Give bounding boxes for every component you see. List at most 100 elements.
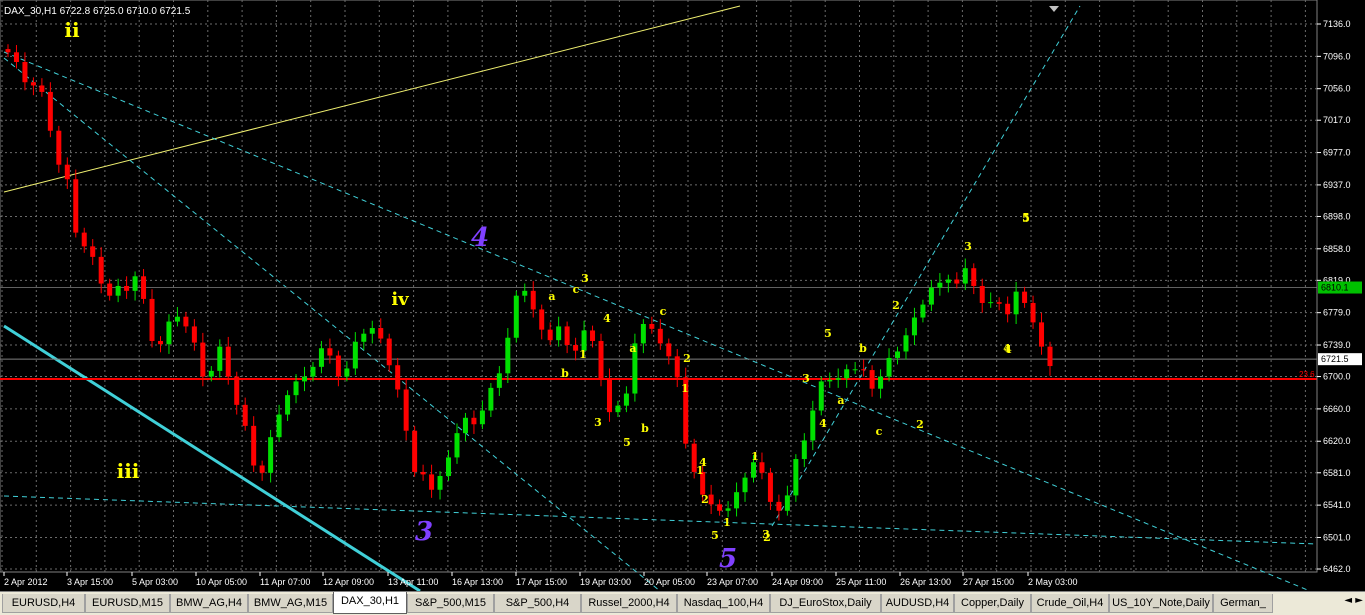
wave-label: 4 xyxy=(699,456,707,469)
wave-label: ii xyxy=(64,18,80,42)
candle-body xyxy=(412,430,418,472)
candle-body xyxy=(496,373,502,388)
time-tick-label: 23 Apr 07:00 xyxy=(707,577,758,587)
trendline-cyan-steep xyxy=(3,57,661,591)
candle-body xyxy=(911,317,917,336)
candle-body xyxy=(276,414,282,438)
candle-body xyxy=(107,283,113,296)
candle-body xyxy=(530,290,536,310)
candle-body xyxy=(386,338,392,366)
candle-body xyxy=(318,348,324,367)
tab-russel-2000-h4[interactable]: Russel_2000,H4 xyxy=(581,594,677,613)
candle-body xyxy=(191,326,197,343)
candle-body xyxy=(615,405,621,413)
price-chart[interactable]: 23.6 iiiiiiv345abc1 234512345abc123451234… xyxy=(0,0,1365,591)
candle-body xyxy=(801,440,807,460)
candle-body xyxy=(945,279,951,283)
time-tick-label: 20 Apr 05:00 xyxy=(644,577,695,587)
candle-body xyxy=(141,276,147,299)
candle-body xyxy=(234,376,240,405)
candle-body xyxy=(725,508,731,511)
candle-body xyxy=(1013,291,1019,315)
candle-body xyxy=(903,335,909,352)
candle-body xyxy=(217,346,223,371)
candle-body xyxy=(717,504,723,511)
price-tick-label: 6898.0 xyxy=(1323,211,1351,221)
tab-s-p-500-m15[interactable]: S&P_500,M15 xyxy=(407,594,494,613)
price-axis: 7136.0 7096.0 7056.0 7017.0 6977.0 6937.0 6898… xyxy=(1316,0,1362,574)
price-tick-label: 6858.0 xyxy=(1323,244,1351,254)
candle-body xyxy=(310,366,316,377)
level-price-label: 6810.1 xyxy=(1321,283,1349,293)
candle-body xyxy=(369,328,375,334)
time-axis: 2 Apr 2012 3 Apr 15:00 5 Apr 03:00 10 Apr 0… xyxy=(3,572,1078,587)
candle-body xyxy=(124,285,130,291)
tab-crude-oil-h4[interactable]: Crude_Oil,H4 xyxy=(1031,594,1109,613)
tab-bmw-ag-h4[interactable]: BMW_AG,H4 xyxy=(170,594,248,613)
chart-scroll-marker-icon[interactable] xyxy=(1049,6,1059,12)
candle-body xyxy=(30,82,36,86)
wave-label: 4 xyxy=(603,312,611,325)
candle-body xyxy=(5,49,11,53)
tab-eurusd-h4[interactable]: EURUSD,H4 xyxy=(2,594,85,613)
trendline-cyan-lower xyxy=(3,495,1318,545)
candle-body xyxy=(539,309,545,330)
tab-s-p-500-h4[interactable]: S&P_500,H4 xyxy=(494,594,581,613)
wave-label: 3 xyxy=(802,372,810,385)
candle-body xyxy=(90,246,96,257)
candle-body xyxy=(776,501,782,511)
price-tick-label: 7056.0 xyxy=(1323,84,1351,94)
wave-label: 5 xyxy=(824,327,832,340)
trend-lines xyxy=(3,5,1318,591)
tab-scroll-left-icon[interactable]: ◄ xyxy=(1344,595,1352,606)
candle-body xyxy=(734,492,740,509)
time-tick-label: 2 May 03:00 xyxy=(1028,577,1078,587)
candle-body xyxy=(200,342,206,377)
tab-nasdaq-100-h4[interactable]: Nasdaq_100,H4 xyxy=(677,594,770,613)
wave-label: a xyxy=(629,342,636,355)
tab-bmw-ag-m15[interactable]: BMW_AG,M15 xyxy=(248,594,333,613)
candle-body xyxy=(39,85,45,92)
tab-german-[interactable]: German_ xyxy=(1213,594,1273,613)
candle-body xyxy=(98,256,104,284)
tab-us-10y-note-daily[interactable]: US_10Y_Note,Daily xyxy=(1109,594,1213,613)
wave-label: 3 xyxy=(594,416,602,429)
candle-body xyxy=(242,404,248,426)
candle-body xyxy=(649,323,655,329)
candle-body xyxy=(56,130,62,165)
price-tick-label: 6581.0 xyxy=(1323,468,1351,478)
price-tick-label: 6739.0 xyxy=(1323,340,1351,350)
candle-body xyxy=(606,378,612,413)
tab-scroll-right-icon[interactable]: ► xyxy=(1355,595,1363,606)
time-tick-label: 12 Apr 09:00 xyxy=(323,577,374,587)
chart-tab-bar: EURUSD,H4 EURUSD,M15 BMW_AG,H4 BMW_AG,M15 DA… xyxy=(0,591,1365,615)
tab-dj-eurostox-daily[interactable]: DJ_EuroStox,Daily xyxy=(770,594,881,613)
candle-body xyxy=(767,472,773,502)
tab-scroll-arrows[interactable]: ◄ ► xyxy=(1344,595,1363,606)
tab-dax-30-h1[interactable]: DAX_30,H1 xyxy=(333,592,407,614)
trendline-yellow xyxy=(3,5,741,193)
wave-label: 1 xyxy=(751,450,759,463)
candle-body xyxy=(971,268,977,286)
wave-label: 5 xyxy=(719,544,737,574)
candle-body xyxy=(818,381,824,411)
candle-body xyxy=(750,462,756,478)
candle-body xyxy=(208,370,214,377)
wave-label: 5 xyxy=(711,529,719,542)
chart-window[interactable]: 23.6 ii iii iv 3 4 5 a b c 1 2 3 4 5 1 2 3 4 5 a b c 1 2 3 4 5 1 2 3 4… xyxy=(0,0,1365,591)
tab-copper-daily[interactable]: Copper,Daily xyxy=(954,594,1031,613)
candle-body xyxy=(657,328,663,344)
wave-label: 4 xyxy=(1003,342,1011,355)
candles xyxy=(5,44,1053,521)
candle-body xyxy=(979,285,985,303)
wave-label: 2 xyxy=(701,493,709,506)
tab-eurusd-m15[interactable]: EURUSD,M15 xyxy=(85,594,170,613)
candle-body xyxy=(1022,291,1028,303)
candle-body xyxy=(895,351,901,358)
candle-body xyxy=(835,378,841,380)
candle-body xyxy=(556,326,562,341)
wave-label: 4 xyxy=(819,417,827,430)
wave-label: 3 xyxy=(964,240,972,253)
candle-body xyxy=(259,465,265,473)
tab-audusd-h4[interactable]: AUDUSD,H4 xyxy=(881,594,954,613)
